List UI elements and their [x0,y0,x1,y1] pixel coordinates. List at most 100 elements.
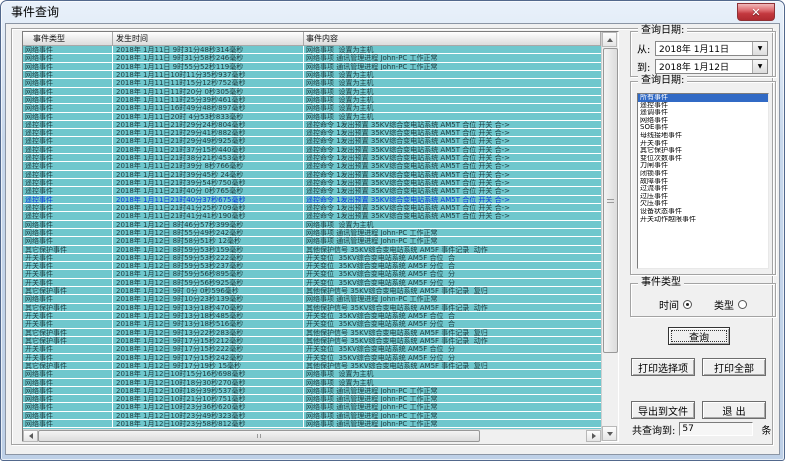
table-row[interactable]: 网络事件2018年 1月11日10时11分35秒937毫秒网络事项 设置为主机 [23,71,601,79]
event-type-option[interactable]: 设备状态事件 [638,208,768,216]
header-event-type[interactable]: 事件类型 [23,32,113,46]
table-row[interactable]: 网络事件2018年 1月12日10时23分36秒620毫秒网络事项 通讯管理进程… [23,403,601,411]
table-row[interactable]: 遥控事件2018年 1月11日21时41分41秒190毫秒遥控命令 1发出预置 … [23,212,601,220]
chevron-down-icon: ▼ [758,63,763,70]
from-date-combobox[interactable]: 2018年 1月11日 ▼ [655,41,768,56]
table-row[interactable]: 开关事件2018年 1月12日 8时59分56秒895毫秒开关变位 35KV综合… [23,270,601,278]
scroll-left-button[interactable] [23,430,38,442]
table-row[interactable]: 其它保护事件2018年 1月12日 9时17分15秒212毫秒其他保护信号 35… [23,337,601,345]
table-row[interactable]: 网络事件2018年 1月12日 8时46分57秒399毫秒网络事项 设置为主机 [23,221,601,229]
event-type-option[interactable]: 过流事件 [638,185,768,193]
event-type-option[interactable]: 过压事件 [638,193,768,201]
table-row[interactable]: 开关事件2018年 1月12日 9时17分15秒222毫秒开关变位 35KV综合… [23,345,601,353]
table-row[interactable]: 网络事件2018年 1月11日16时49分48秒897毫秒网络事项 设置为主机 [23,104,601,112]
table-row[interactable]: 遥控事件2018年 1月11日21时41分25秒709毫秒遥控命令 1发出预置 … [23,204,601,212]
table-row[interactable]: 网络事件2018年 1月11日11时25分39秒461毫秒网络事项 设置为主机 [23,96,601,104]
event-type-option[interactable]: 遥调事件 [638,109,768,117]
vertical-scroll-thumb[interactable] [603,48,618,353]
table-row[interactable]: 网络事件2018年 1月12日 8时58分51秒 12毫秒网络事项 通讯管理进程… [23,237,601,245]
table-row[interactable]: 遥控事件2018年 1月11日21时39分 8秒766毫秒遥控命令 1发出预置 … [23,162,601,170]
table-row[interactable]: 网络事件2018年 1月12日10时23分49秒323毫秒网络事项 通讯管理进程… [23,412,601,420]
table-row[interactable]: 开关事件2018年 1月12日 9时17分15秒242毫秒开关变位 35KV综合… [23,354,601,362]
table-cell: 2018年 1月12日 9时17分15秒212毫秒 [113,337,304,344]
table-row[interactable]: 其它保护事件2018年 1月12日 8时59分53秒159毫秒其他保护信号 35… [23,246,601,254]
event-type-option[interactable]: 网络事件 [638,117,768,125]
table-row[interactable]: 其它保护事件2018年 1月12日 9时17分19秒 15毫秒其他保护信号 35… [23,362,601,370]
export-to-file-button[interactable]: 导出到文件 [631,401,695,419]
event-type-option[interactable]: 遥控事件 [638,102,768,110]
table-row[interactable]: 遥控事件2018年 1月11日21时39分54秒750毫秒遥控命令 1发出预置 … [23,179,601,187]
horizontal-scrollbar[interactable] [23,429,601,442]
from-date-dropdown-button[interactable]: ▼ [752,42,767,55]
event-type-option[interactable]: 故障事件 [638,178,768,186]
table-cell: 开关事件 [23,345,113,352]
table-row[interactable]: 遥控事件2018年 1月11日21时29分49秒925毫秒遥控命令 1发出预置 … [23,137,601,145]
header-event-time[interactable]: 发生时间 [113,32,304,46]
table-row[interactable]: 网络事件2018年 1月12日10时15分16秒698毫秒网络事项 设置为主机 [23,370,601,378]
table-row[interactable]: 网络事件2018年 1月12日10时18分39秒537毫秒网络事项 通讯管理进程… [23,387,601,395]
table-row[interactable]: 遥控事件2018年 1月11日21时40分37秒675毫秒遥控命令 1发出预置 … [23,196,601,204]
table-row[interactable]: 网络事件2018年 1月11日 9时55分52秒119毫秒网络事项 通讯管理进程… [23,63,601,71]
event-type-option[interactable]: 开关事件 [638,140,768,148]
table-row[interactable]: 开关事件2018年 1月12日 8时59分53秒222毫秒开关变位 35KV综合… [23,254,601,262]
event-type-list-group-label: 查询日期: [638,75,687,87]
table-row[interactable]: 其它保护事件2018年 1月12日 9时13分18秒470毫秒其他保护信号 35… [23,304,601,312]
horizontal-scroll-thumb[interactable] [38,430,480,442]
event-type-option[interactable]: 刀闸事件 [638,162,768,170]
scroll-up-button[interactable] [602,32,617,47]
event-type-option[interactable]: SOE事件 [638,124,768,132]
table-row[interactable]: 网络事件2018年 1月11日20时 4分53秒833毫秒网络事项 设置为主机 [23,113,601,121]
table-row[interactable]: 网络事件2018年 1月12日10时21分10秒751毫秒网络事项 通讯管理进程… [23,395,601,403]
table-row[interactable]: 网络事件2018年 1月11日 9时31分48秒314毫秒网络事项 设置为主机 [23,46,601,54]
radio-circle-icon[interactable] [738,300,747,309]
table-row[interactable]: 遥控事件2018年 1月11日21时39分45秒 24毫秒遥控命令 1发出预置 … [23,171,601,179]
vertical-scrollbar[interactable] [601,32,618,441]
scroll-down-button[interactable] [602,426,617,441]
table-row[interactable]: 网络事件2018年 1月11日11时15分12秒752毫秒网络事项 设置为主机 [23,79,601,87]
table-row[interactable]: 其它保护事件2018年 1月12日 9时13分22秒283毫秒其他保护信号 35… [23,329,601,337]
table-row[interactable]: 遥控事件2018年 1月11日21时38分21秒453毫秒遥控命令 1发出预置 … [23,154,601,162]
event-type-option[interactable]: 所有事件 [638,94,768,102]
radio-circle-icon[interactable] [683,300,692,309]
table-row[interactable]: 开关事件2018年 1月12日 9时13分18秒516毫秒开关变位 35KV综合… [23,320,601,328]
table-cell: 网络事件 [23,420,113,427]
table-row[interactable]: 其它保护事件2018年 1月12日 9时 0分 0秒596毫秒其他保护信号 35… [23,287,601,295]
table-row[interactable]: 网络事件2018年 1月12日 8时55分49秒242毫秒网络事项 通讯管理进程… [23,229,601,237]
event-type-option[interactable]: 其它保护事件 [638,147,768,155]
table-row[interactable]: 遥控事件2018年 1月11日21时40分 0秒765毫秒遥控命令 1发出预置 … [23,187,601,195]
query-button[interactable]: 查询 [668,327,730,345]
table-row[interactable]: 遥控事件2018年 1月11日21时29分24秒804毫秒遥控命令 1发出预置 … [23,121,601,129]
close-button[interactable]: ✕ [737,3,775,21]
table-cell: 2018年 1月12日 9时13分18秒470毫秒 [113,304,304,311]
event-type-option[interactable]: 闭锁事件 [638,170,768,178]
exit-button[interactable]: 退 出 [702,401,766,419]
table-row[interactable]: 遥控事件2018年 1月11日21时29分41秒882毫秒遥控命令 1发出预置 … [23,129,601,137]
table-cell: 开关事件 [23,279,113,286]
table-row[interactable]: 网络事件2018年 1月12日10时23分58秒812毫秒网络事项 通讯管理进程… [23,420,601,428]
event-type-option[interactable]: 欠压事件 [638,200,768,208]
table-cell: 2018年 1月11日16时49分48秒897毫秒 [113,104,304,111]
table-row[interactable]: 开关事件2018年 1月12日 9时13分18秒485毫秒开关变位 35KV综合… [23,312,601,320]
header-event-content[interactable]: 事件内容 [304,32,601,46]
event-type-option[interactable]: 变位次数事件 [638,155,768,163]
print-all-button[interactable]: 打印全部 [702,358,766,376]
title-bar[interactable]: 事件查询 [1,1,784,23]
event-type-listbox[interactable]: 所有事件遥控事件遥调事件网络事件SOE事件母线接地事件开关事件其它保护事件变位次… [637,93,769,269]
to-date-dropdown-button[interactable]: ▼ [752,60,767,73]
print-selected-button[interactable]: 打印选择项 [631,358,695,376]
event-type-option[interactable]: 母线接地事件 [638,132,768,140]
table-row[interactable]: 网络事件2018年 1月11日11时20分 0秒305毫秒网络事项 设置为主机 [23,88,601,96]
result-count-field[interactable]: 57 [679,422,753,436]
table-row[interactable]: 网络事件2018年 1月11日 9时31分58秒246毫秒网络事项 通讯管理进程… [23,54,601,62]
table-row[interactable]: 开关事件2018年 1月12日 8时59分56秒925毫秒开关变位 35KV综合… [23,279,601,287]
radio-option[interactable]: 类型 [714,297,747,312]
table-row[interactable]: 开关事件2018年 1月12日 8时59分53秒237毫秒开关变位 35KV综合… [23,262,601,270]
table-row[interactable]: 网络事件2018年 1月12日10时18分30秒270毫秒网络事项 设置为主机 [23,379,601,387]
table-row[interactable]: 遥控事件2018年 1月11日21时37分15秒440毫秒遥控命令 1发出预置 … [23,146,601,154]
event-type-option[interactable]: 开关动作越限事件 [638,216,768,224]
radio-option[interactable]: 时间 [659,297,692,312]
scroll-right-button[interactable] [586,430,601,442]
table-row[interactable]: 网络事件2018年 1月12日 9时10分23秒139毫秒网络事项 通讯管理进程… [23,295,601,303]
to-date-combobox[interactable]: 2018年 1月12日 ▼ [655,59,768,74]
table-cell: 其它保护事件 [23,337,113,344]
